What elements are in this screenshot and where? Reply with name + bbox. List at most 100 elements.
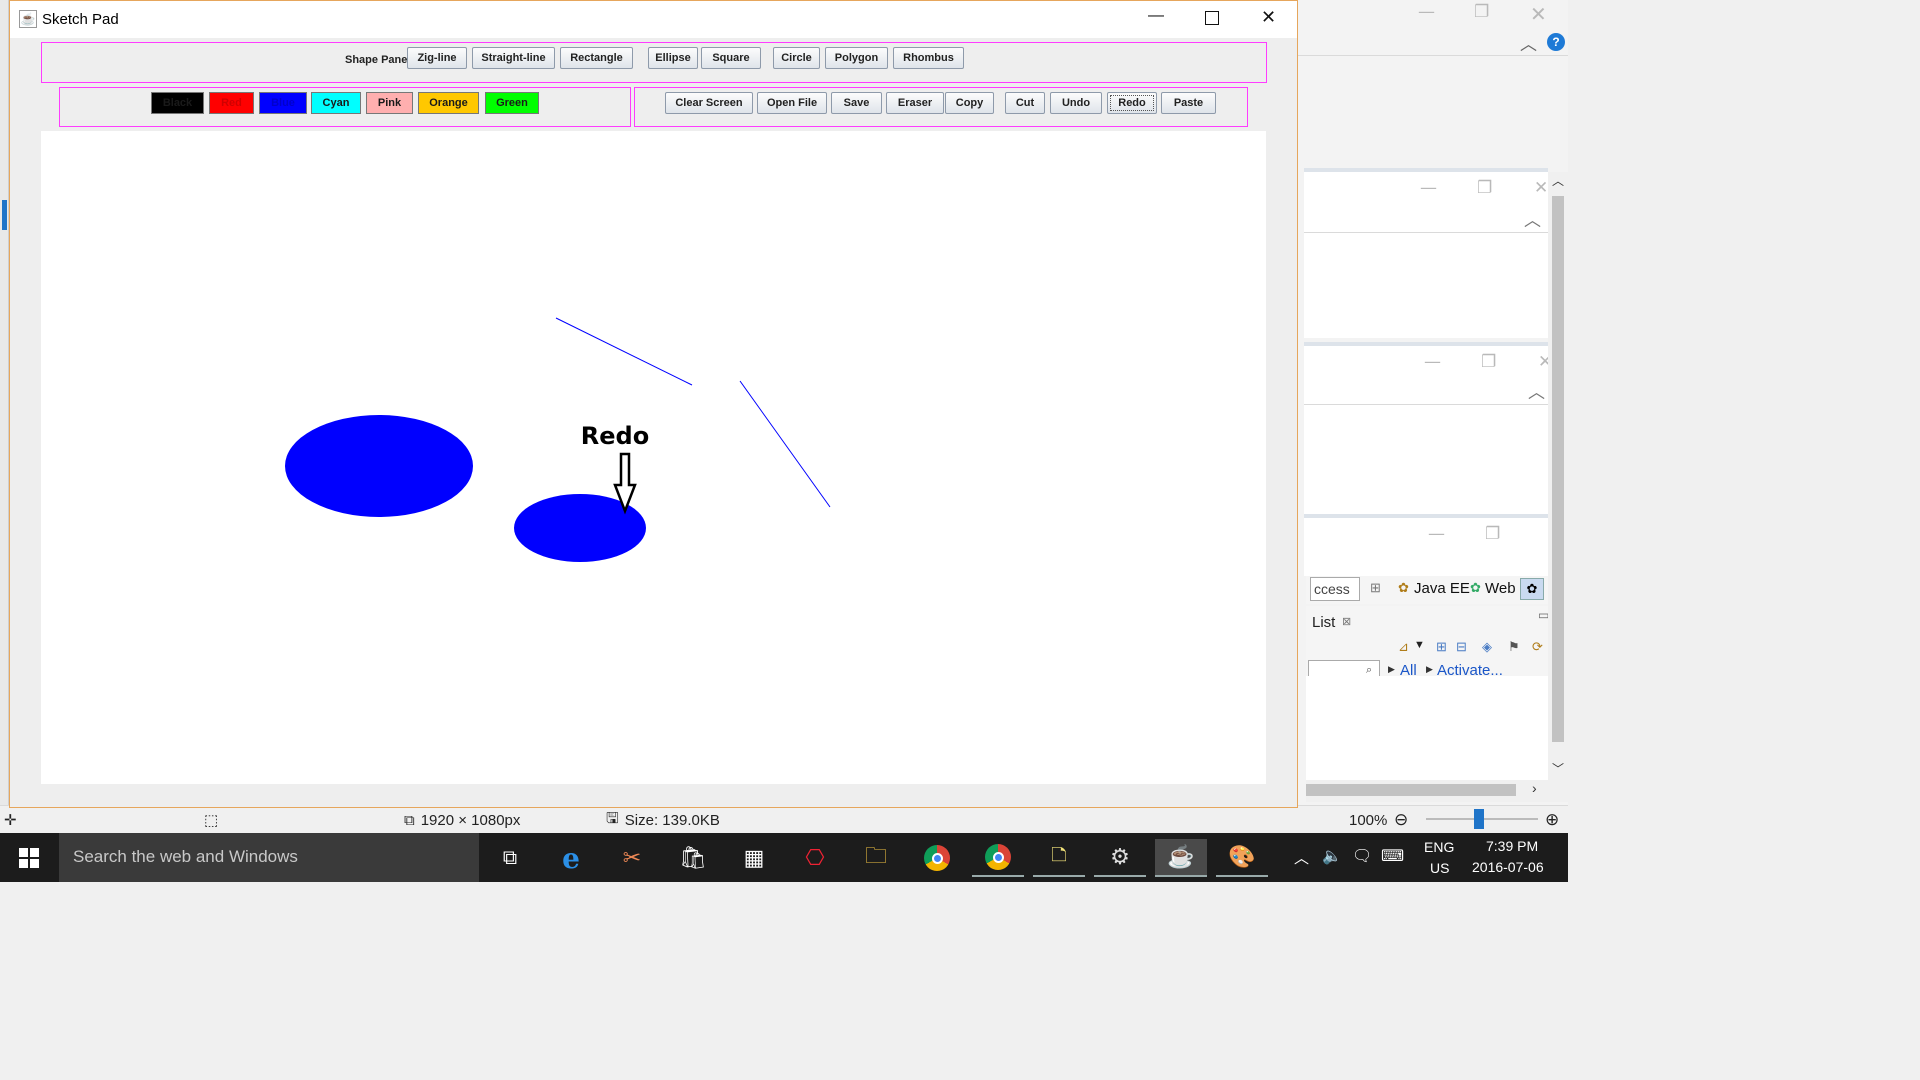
ribbon-collapse-icon[interactable]: ︿: [1520, 30, 1537, 55]
chrome-logo: [924, 845, 950, 871]
hscroll-thumb[interactable]: [1306, 784, 1516, 796]
shape-button-straight-line[interactable]: Straight-line: [472, 47, 555, 69]
edge-browser-icon[interactable]: e: [545, 839, 597, 877]
store-icon[interactable]: 🛍: [667, 839, 719, 877]
shape-button-square[interactable]: Square: [701, 47, 761, 69]
shape-button-rectangle[interactable]: Rectangle: [560, 47, 633, 69]
quick-access-input[interactable]: ccess: [1310, 577, 1360, 601]
drawing-canvas[interactable]: Redo: [41, 131, 1266, 784]
color-button-black[interactable]: Black: [151, 92, 204, 114]
color-button-row: Black Red Blue Cyan Pink Orange Green: [60, 92, 630, 116]
shape-button-rhombus[interactable]: Rhombus: [893, 47, 964, 69]
panel1-restore-icon[interactable]: ❐: [1477, 178, 1492, 198]
bg-minimize-icon[interactable]: —: [1418, 2, 1435, 22]
action-button-redo[interactable]: Redo: [1107, 92, 1157, 114]
chrome-icon-2[interactable]: [972, 839, 1024, 877]
panel1-close-icon[interactable]: ✕: [1534, 178, 1548, 198]
scroll-thumb[interactable]: [1552, 196, 1564, 742]
bg-close-icon[interactable]: ✕: [1530, 2, 1547, 26]
vertical-scrollbar[interactable]: ︿ ﹀: [1548, 172, 1568, 780]
canvas-svg[interactable]: Redo: [41, 131, 1266, 784]
focus-icon[interactable]: ◈: [1482, 639, 1492, 655]
eclipse-gear-icon[interactable]: ⚙: [1094, 839, 1146, 877]
color-button-red[interactable]: Red: [209, 92, 254, 114]
panel1-minimize-icon[interactable]: —: [1420, 178, 1437, 198]
scroll-right-icon[interactable]: ›: [1532, 780, 1537, 796]
scroll-up-icon[interactable]: ︿: [1552, 172, 1564, 189]
color-button-cyan[interactable]: Cyan: [311, 92, 361, 114]
panel2-restore-icon[interactable]: ❐: [1481, 352, 1496, 372]
dropdown-icon[interactable]: ▼: [1414, 639, 1425, 651]
perspective-java-ee[interactable]: Java EE: [1414, 580, 1470, 597]
action-button-clear-screen[interactable]: Clear Screen: [665, 92, 753, 114]
color-button-orange[interactable]: Orange: [418, 92, 479, 114]
chrome-icon[interactable]: [911, 839, 963, 877]
zoom-slider-thumb[interactable]: [1474, 809, 1484, 829]
close-button[interactable]: ✕: [1261, 7, 1276, 28]
action-button-eraser[interactable]: Eraser: [886, 92, 944, 114]
snipping-tool-icon[interactable]: ✂: [606, 839, 658, 877]
acrobat-icon[interactable]: ⎔: [789, 839, 841, 877]
all-expand-icon: ▶: [1388, 664, 1395, 674]
shape-button-zig-line[interactable]: Zig-line: [407, 47, 467, 69]
clock-date[interactable]: 2016-07-06: [1472, 859, 1544, 875]
eclipse-panel-1: — ❐ ✕ ︿: [1304, 168, 1548, 338]
language-code[interactable]: ENG: [1424, 839, 1454, 855]
shape-button-ellipse[interactable]: Ellipse: [648, 47, 698, 69]
action-button-save[interactable]: Save: [831, 92, 882, 114]
bg-restore-icon[interactable]: ❐: [1474, 2, 1489, 22]
help-icon[interactable]: ?: [1547, 33, 1565, 51]
start-button[interactable]: [2, 839, 56, 877]
action-button-paste[interactable]: Paste: [1161, 92, 1216, 114]
panel3-minimize-icon[interactable]: —: [1428, 524, 1445, 544]
color-button-blue[interactable]: Blue: [259, 92, 307, 114]
sticky-notes-icon[interactable]: 🗅: [1033, 839, 1085, 877]
minimize-button[interactable]: —: [1148, 7, 1164, 25]
view-tab-close-icon[interactable]: ⊠: [1342, 615, 1351, 628]
panel1-collapse-icon[interactable]: ︿: [1524, 206, 1541, 231]
drawn-ellipse-1: [285, 415, 473, 517]
language-region[interactable]: US: [1430, 860, 1449, 876]
keyboard-icon[interactable]: ⌨: [1381, 846, 1404, 866]
chrome-logo-2: [985, 844, 1011, 870]
zoom-in-icon[interactable]: ⊕: [1545, 810, 1559, 830]
open-perspective-icon[interactable]: ⊞: [1370, 580, 1381, 596]
paint-icon[interactable]: 🎨: [1216, 839, 1268, 877]
file-explorer-icon[interactable]: 🗀: [850, 839, 902, 877]
clock-time[interactable]: 7:39 PM: [1486, 838, 1538, 854]
horizontal-scrollbar[interactable]: ›: [1306, 780, 1568, 802]
view-tab-list[interactable]: List: [1312, 614, 1335, 631]
color-button-pink[interactable]: Pink: [366, 92, 413, 114]
taskbar-search-box[interactable]: Search the web and Windows: [59, 833, 479, 882]
filter-icon[interactable]: ⊟: [1456, 639, 1467, 655]
show-hidden-icons[interactable]: ︿: [1294, 847, 1309, 868]
perspective-web[interactable]: Web: [1485, 580, 1516, 597]
shape-button-circle[interactable]: Circle: [773, 47, 820, 69]
color-button-green[interactable]: Green: [485, 92, 539, 114]
shape-button-polygon[interactable]: Polygon: [825, 47, 888, 69]
hide-icon[interactable]: ⚑: [1508, 639, 1520, 655]
paint-status-bar: ✛ ⬚ ⧉ 1920 × 1080px 🖫 Size: 139.0KB 100%…: [0, 805, 1568, 833]
action-center-icon[interactable]: 🗨: [1352, 846, 1372, 866]
new-task-icon[interactable]: ⊿: [1398, 639, 1409, 655]
title-bar[interactable]: ☕ Sketch Pad — ✕: [10, 1, 1297, 38]
action-button-cut[interactable]: Cut: [1005, 92, 1045, 114]
calculator-icon[interactable]: ▦: [728, 839, 780, 877]
action-button-open-file[interactable]: Open File: [757, 92, 827, 114]
panel3-restore-icon[interactable]: ❐: [1485, 524, 1500, 544]
action-button-undo[interactable]: Undo: [1050, 92, 1102, 114]
java-perspective-icon[interactable]: ✿: [1520, 578, 1544, 600]
java-app-icon[interactable]: ☕: [1155, 839, 1207, 877]
sync-icon[interactable]: ⟳: [1532, 639, 1543, 655]
action-button-copy[interactable]: Copy: [945, 92, 994, 114]
panel2-minimize-icon[interactable]: —: [1424, 352, 1441, 372]
panel2-collapse-icon[interactable]: ︿: [1528, 378, 1545, 403]
volume-icon[interactable]: 🔈: [1322, 846, 1342, 866]
task-view-icon[interactable]: ⧉: [484, 839, 536, 877]
categorize-icon[interactable]: ⊞: [1436, 639, 1447, 655]
zoom-slider-track[interactable]: [1426, 809, 1538, 829]
maximize-button[interactable]: [1205, 11, 1219, 25]
scroll-down-icon[interactable]: ﹀: [1552, 760, 1564, 777]
zoom-out-icon[interactable]: ⊖: [1394, 810, 1408, 830]
selection-size-icon: ⬚: [204, 812, 219, 829]
